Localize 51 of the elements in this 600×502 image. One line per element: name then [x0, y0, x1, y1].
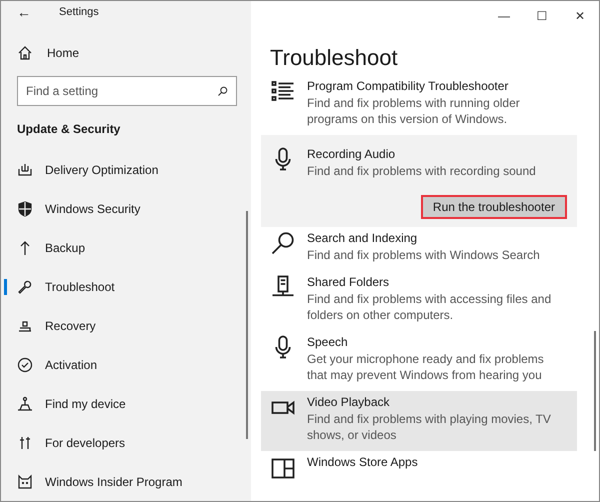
sidebar-item[interactable]: Activation	[1, 345, 251, 384]
section-heading: Update & Security	[16, 121, 122, 136]
developer-tools-icon	[17, 434, 33, 450]
troubleshooter-item[interactable]: Search and Indexing Find and fix problems with Windows Search	[261, 227, 577, 271]
sidebar-item[interactable]: Recovery	[1, 306, 251, 345]
shield-icon	[17, 200, 33, 216]
troubleshooter-item[interactable]: Windows Store Apps	[261, 451, 577, 487]
item-title: Recording Audio	[307, 147, 396, 161]
item-title: Program Compatibility Troubleshooter	[307, 79, 510, 93]
sidebar-item[interactable]: For developers	[1, 423, 251, 462]
item-description: Find and fix problems with playing movies, TV shows, or videos	[307, 411, 552, 443]
list-icon	[271, 79, 295, 103]
sidebar-item[interactable]: Find my device	[1, 384, 251, 423]
item-title: Search and Indexing	[307, 231, 418, 245]
item-title: Video Playback	[307, 395, 390, 409]
sidebar-item[interactable]: Delivery Optimization	[1, 150, 251, 189]
troubleshooter-item[interactable]: Speech Get your microphone ready and fix problems that may prevent Windows from hearing you	[261, 331, 577, 391]
sidebar-item[interactable]: Windows Insider Program	[1, 462, 251, 501]
wrench-icon	[17, 278, 33, 294]
check-circle-icon	[17, 356, 33, 372]
troubleshooter-item[interactable]: Recording Audio Find and fix problems with recording sound Run the troubleshooter	[261, 135, 577, 227]
scrollbar[interactable]	[246, 211, 248, 439]
home-icon	[17, 45, 33, 61]
item-title: Speech	[307, 335, 349, 349]
window-control[interactable]: —	[485, 1, 523, 31]
download-tray-icon	[17, 162, 33, 178]
item-description: Find and fix problems with running older programs on this version of Windows.	[307, 95, 521, 127]
person-locate-icon	[17, 396, 33, 412]
troubleshooter-item[interactable]: Video Playback Find and fix problems with playing movies, TV shows, or videos	[261, 391, 577, 451]
home-link[interactable]: Home	[1, 23, 117, 61]
run-troubleshooter-button[interactable]: Run the troubleshooter	[420, 195, 567, 219]
network-folder-icon	[271, 275, 295, 299]
item-description: Find and fix problems with recording sound	[307, 163, 537, 179]
search-icon	[217, 85, 229, 97]
window-control[interactable]: ☐	[523, 1, 561, 31]
window-title: Settings	[59, 6, 99, 18]
item-title: Windows Store Apps	[307, 455, 418, 469]
search-icon	[271, 231, 295, 255]
scrollbar[interactable]	[594, 331, 596, 451]
back-button[interactable]: ←	[15, 4, 33, 20]
window-control[interactable]: ✕	[561, 1, 599, 31]
sidebar-item[interactable]: Backup	[1, 228, 251, 267]
sidebar-item[interactable]: Troubleshoot	[1, 267, 251, 306]
troubleshooter-item[interactable]: Shared Folders Find and fix problems with accessing files and folders on other computers.	[261, 271, 577, 331]
item-description: Find and fix problems with accessing files and folders on other computers.	[307, 291, 552, 323]
page-title: Troubleshoot	[270, 45, 399, 71]
item-description: Find and fix problems with Windows Search	[307, 247, 541, 263]
item-description: Get your microphone ready and fix problems that may prevent Windows from hearing you	[307, 351, 545, 383]
item-title: Shared Folders	[307, 275, 390, 289]
search-field[interactable]: Find a setting	[17, 76, 237, 106]
troubleshooter-item[interactable]: Program Compatibility Troubleshooter Find and fix problems with running older programs on this version of Windows.	[261, 75, 577, 135]
